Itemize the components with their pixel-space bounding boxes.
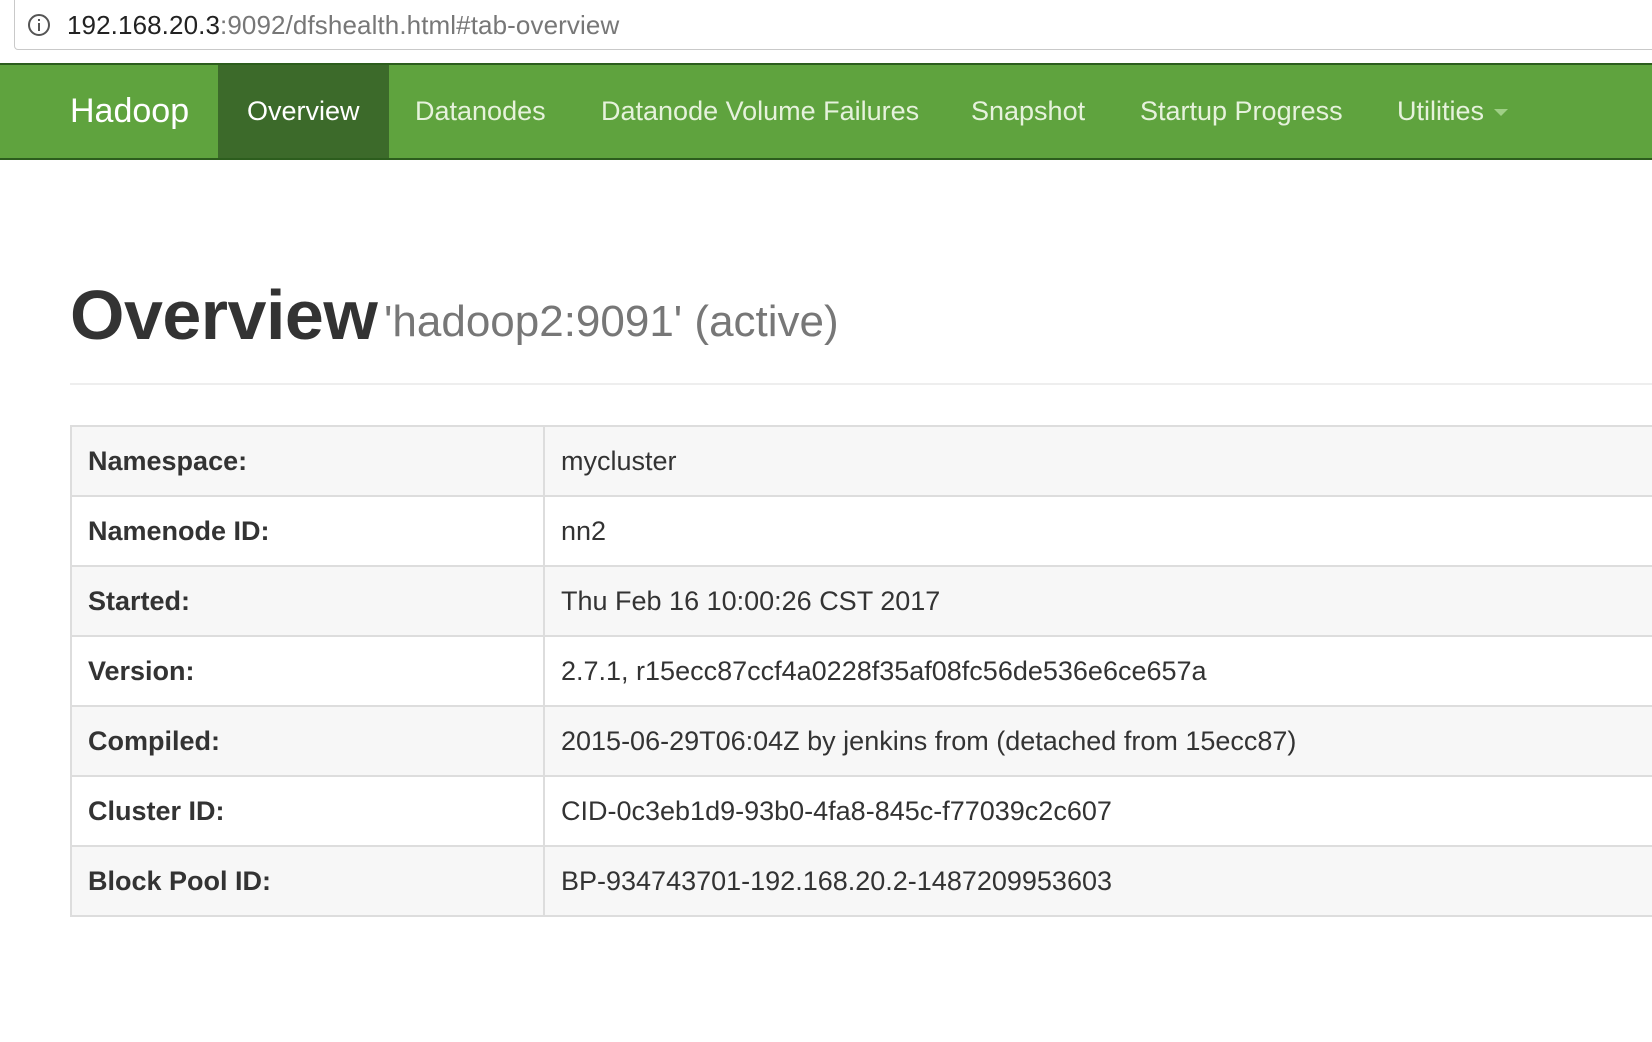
row-key: Block Pool ID: — [70, 845, 545, 917]
row-value: 2.7.1, r15ecc87ccf4a0228f35af08fc56de536… — [543, 635, 1652, 707]
row-key: Compiled: — [70, 705, 545, 777]
url-path: :9092/dfshealth.html#tab-overview — [220, 10, 620, 40]
table-row: Namespace: mycluster — [70, 425, 1652, 497]
url-host: 192.168.20.3 — [67, 10, 221, 40]
nav-tab-label: Overview — [247, 96, 360, 126]
table-row: Version: 2.7.1, r15ecc87ccf4a0228f35af08… — [70, 635, 1652, 707]
table-row: Namenode ID: nn2 — [70, 495, 1652, 567]
nav-tab-utilities[interactable]: Utilities — [1368, 65, 1537, 158]
url-text[interactable]: 192.168.20.3:9092/dfshealth.html#tab-ove… — [67, 10, 619, 41]
brand-link[interactable]: Hadoop — [70, 65, 189, 158]
nav-tab-label: Utilities — [1397, 96, 1485, 126]
table-row: Started: Thu Feb 16 10:00:26 CST 2017 — [70, 565, 1652, 637]
info-circle-icon[interactable] — [27, 13, 51, 37]
nav-tab-label: Datanode Volume Failures — [601, 96, 920, 126]
row-key: Cluster ID: — [70, 775, 545, 847]
overview-table: Namespace: mycluster Namenode ID: nn2 St… — [70, 425, 1652, 917]
row-value: nn2 — [543, 495, 1652, 567]
navbar: Hadoop Overview Datanodes Datanode Volum… — [0, 63, 1652, 160]
row-key: Version: — [70, 635, 545, 707]
row-key: Started: — [70, 565, 545, 637]
nav-tab-snapshot[interactable]: Snapshot — [942, 65, 1114, 158]
caret-down-icon — [1494, 109, 1509, 117]
row-value: 2015-06-29T06:04Z by jenkins from (detac… — [543, 705, 1652, 777]
table-row: Cluster ID: CID-0c3eb1d9-93b0-4fa8-845c-… — [70, 775, 1652, 847]
table-row: Block Pool ID: BP-934743701-192.168.20.2… — [70, 845, 1652, 917]
page-header: Overview 'hadoop2:9091' (active) — [70, 275, 1652, 385]
nav-tab-datanode-volume-failures[interactable]: Datanode Volume Failures — [572, 65, 948, 158]
row-value: CID-0c3eb1d9-93b0-4fa8-845c-f77039c2c607 — [543, 775, 1652, 847]
nav-tab-datanodes[interactable]: Datanodes — [386, 65, 575, 158]
page-title: Overview — [70, 276, 378, 354]
table-row: Compiled: 2015-06-29T06:04Z by jenkins f… — [70, 705, 1652, 777]
page-subtitle: 'hadoop2:9091' (active) — [384, 297, 839, 346]
nav-tab-startup-progress[interactable]: Startup Progress — [1111, 65, 1372, 158]
row-value: BP-934743701-192.168.20.2-1487209953603 — [543, 845, 1652, 917]
row-key: Namenode ID: — [70, 495, 545, 567]
row-key: Namespace: — [70, 425, 545, 497]
address-bar[interactable]: 192.168.20.3:9092/dfshealth.html#tab-ove… — [14, 0, 1652, 50]
row-value: Thu Feb 16 10:00:26 CST 2017 — [543, 565, 1652, 637]
row-value: mycluster — [543, 425, 1652, 497]
nav-tab-label: Datanodes — [415, 96, 546, 126]
nav-tab-label: Startup Progress — [1140, 96, 1343, 126]
nav-tab-overview[interactable]: Overview — [218, 65, 389, 158]
nav-tab-label: Snapshot — [971, 96, 1086, 126]
